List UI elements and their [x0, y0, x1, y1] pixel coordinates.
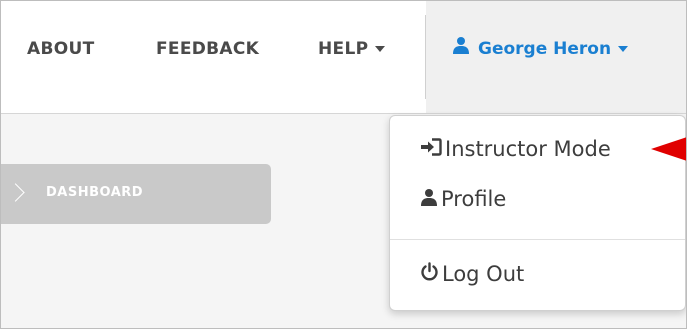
chevron-down-icon — [618, 46, 629, 52]
nav-about-link[interactable]: ABOUT — [27, 39, 94, 59]
power-icon — [420, 259, 439, 289]
chevron-right-icon — [6, 183, 25, 202]
annotation-arrow-icon — [651, 137, 686, 161]
menu-item-profile[interactable]: Profile — [420, 184, 506, 214]
user-icon — [452, 36, 470, 59]
top-navbar: ABOUT FEEDBACK HELP George Heron — [1, 1, 686, 114]
user-dropdown-menu: Instructor Mode Profile Log Out — [389, 115, 686, 311]
nav-help-label: HELP — [318, 39, 369, 59]
user-menu-container: George Heron — [426, 1, 686, 113]
menu-divider — [390, 239, 685, 240]
dashboard-nav-button[interactable]: DASHBOARD — [1, 164, 271, 224]
nav-about-label: ABOUT — [27, 39, 95, 59]
user-menu-toggle[interactable]: George Heron — [452, 36, 629, 59]
user-name: George Heron — [478, 39, 612, 59]
nav-feedback-link[interactable]: FEEDBACK — [156, 39, 259, 59]
user-icon — [420, 184, 438, 214]
screenshot-frame: ABOUT FEEDBACK HELP George Heron DASHBOA… — [0, 0, 687, 329]
menu-item-instructor-mode[interactable]: Instructor Mode — [420, 134, 611, 164]
menu-item-label: Log Out — [442, 262, 525, 286]
nav-feedback-label: FEEDBACK — [156, 39, 260, 59]
chevron-down-icon — [375, 46, 386, 52]
nav-help-dropdown[interactable]: HELP — [318, 39, 386, 59]
menu-item-label: Profile — [441, 187, 507, 211]
dashboard-label: DASHBOARD — [46, 185, 144, 200]
menu-item-log-out[interactable]: Log Out — [420, 259, 524, 289]
menu-item-label: Instructor Mode — [445, 137, 611, 161]
sign-in-icon — [420, 134, 442, 164]
